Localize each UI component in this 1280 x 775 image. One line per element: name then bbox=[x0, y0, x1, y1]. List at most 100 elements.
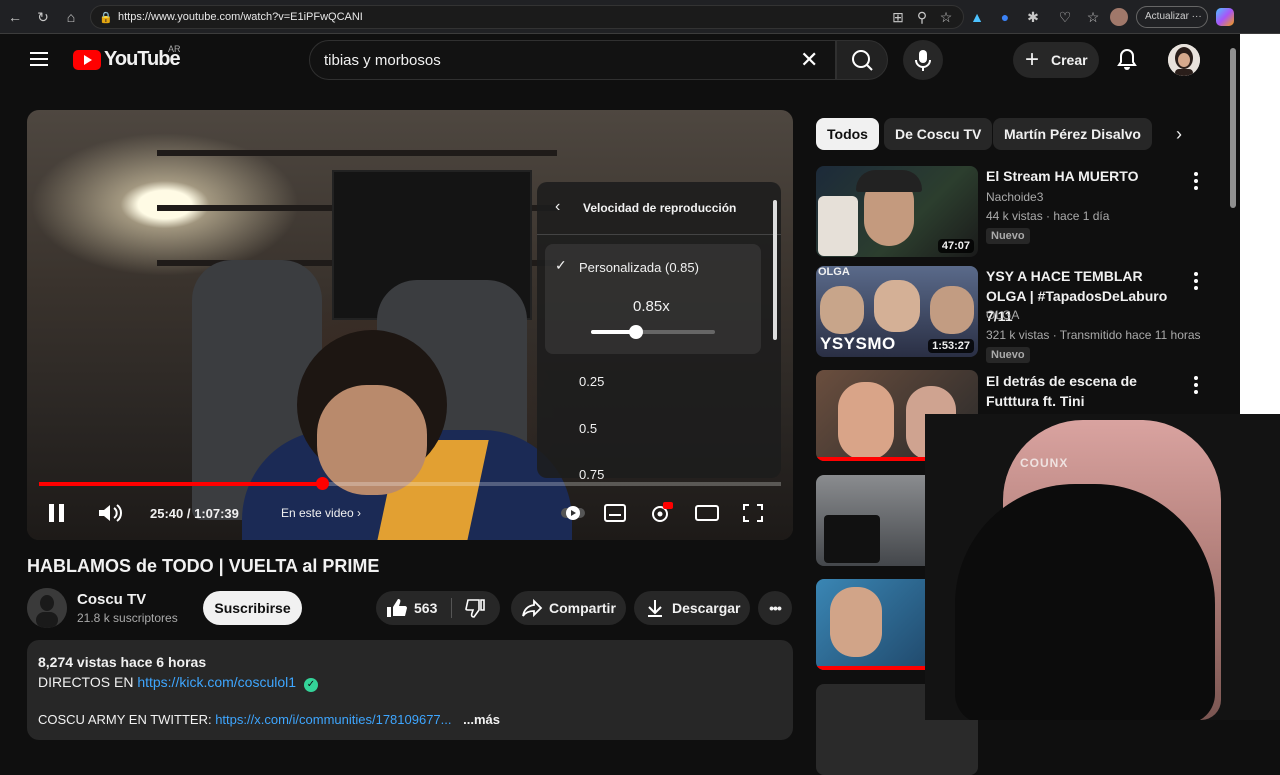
new-badge: Nuevo bbox=[986, 347, 1030, 363]
video-player[interactable]: ‹ Velocidad de reproducción ✓ Personaliz… bbox=[27, 110, 793, 540]
duration-badge: 47:07 bbox=[937, 239, 974, 253]
speed-option[interactable]: 0.25 bbox=[579, 374, 604, 389]
speed-slider[interactable] bbox=[591, 325, 715, 339]
progress-scrubber[interactable] bbox=[315, 477, 329, 490]
thumb-person bbox=[818, 196, 858, 256]
youtube-header: YouTube AR tibias y morbosos ✕ + Crear bbox=[0, 34, 1240, 86]
chapter-label: En este video bbox=[281, 506, 354, 520]
extension-icon[interactable]: ▲ bbox=[968, 8, 986, 26]
thumb-person bbox=[874, 280, 920, 332]
dislike-icon[interactable] bbox=[464, 598, 486, 618]
notifications-icon[interactable] bbox=[1116, 48, 1138, 72]
favorites-icon[interactable]: ☆ bbox=[1084, 8, 1102, 26]
chip-todos[interactable]: Todos bbox=[816, 118, 879, 150]
share-icon bbox=[522, 598, 543, 618]
menu-icon[interactable] bbox=[30, 52, 48, 66]
theater-mode-icon[interactable] bbox=[695, 502, 719, 524]
search-input[interactable]: tibias y morbosos bbox=[324, 52, 441, 69]
zoom-icon[interactable]: ⚲ bbox=[913, 8, 931, 26]
rec-thumbnail[interactable]: OLGA YSYSMO 1:53:27 bbox=[816, 266, 978, 357]
watched-progress bbox=[816, 666, 926, 670]
volume-icon[interactable] bbox=[97, 502, 123, 524]
chapter-button[interactable]: En este video › bbox=[281, 506, 361, 520]
shelf bbox=[157, 150, 557, 156]
thumb-person bbox=[830, 587, 882, 657]
country-code: AR bbox=[168, 44, 181, 54]
chevron-right-icon[interactable]: › bbox=[1176, 124, 1182, 145]
description-line: DIRECTOS EN https://kick.com/cosculol1 ✓ bbox=[38, 674, 318, 692]
progress-bar[interactable] bbox=[39, 477, 781, 490]
channel-name[interactable]: Coscu TV bbox=[77, 591, 146, 608]
share-label: Compartir bbox=[549, 600, 616, 616]
thumb-cap bbox=[856, 170, 922, 192]
reload-icon[interactable]: ↻ bbox=[34, 8, 52, 26]
thumb-person bbox=[930, 286, 974, 334]
subscribe-button[interactable]: Suscribirse bbox=[203, 591, 302, 625]
kick-link[interactable]: https://kick.com/cosculol1 bbox=[137, 674, 296, 690]
rec-channel[interactable]: OLGA bbox=[986, 308, 1019, 322]
playback-speed-menu: ‹ Velocidad de reproducción ✓ Personaliz… bbox=[537, 182, 781, 482]
back-icon[interactable]: ← bbox=[6, 8, 24, 26]
more-dots-icon: ••• bbox=[769, 600, 782, 616]
like-icon[interactable] bbox=[386, 598, 408, 618]
clear-search-icon[interactable]: ✕ bbox=[800, 47, 818, 73]
speed-option[interactable]: 0.5 bbox=[579, 421, 597, 436]
more-options-icon[interactable] bbox=[1192, 272, 1200, 293]
share-button[interactable]: Compartir bbox=[511, 591, 626, 625]
create-button[interactable]: + Crear bbox=[1013, 42, 1099, 78]
channel-avatar[interactable] bbox=[27, 588, 67, 628]
subtitles-icon[interactable] bbox=[603, 502, 627, 524]
like-count: 563 bbox=[414, 600, 438, 616]
rec-thumbnail[interactable]: 47:07 bbox=[816, 166, 978, 257]
thumb-person bbox=[820, 286, 864, 334]
star-icon[interactable]: ☆ bbox=[937, 8, 955, 26]
extension-icon[interactable]: ● bbox=[996, 8, 1014, 26]
speed-menu-title: Velocidad de reproducción bbox=[583, 201, 737, 215]
more-actions-button[interactable]: ••• bbox=[758, 591, 792, 625]
search-icon bbox=[852, 50, 873, 71]
app-icon[interactable]: ⊞ bbox=[889, 8, 907, 26]
home-icon[interactable]: ⌂ bbox=[62, 8, 80, 26]
menu-scrollbar[interactable] bbox=[773, 200, 777, 340]
more-options-icon[interactable] bbox=[1192, 376, 1200, 397]
pause-button[interactable] bbox=[49, 504, 65, 522]
heart-icon[interactable]: ♡ bbox=[1056, 8, 1074, 26]
speed-slider-thumb[interactable] bbox=[628, 325, 643, 339]
plus-icon: + bbox=[1025, 46, 1040, 73]
chip-de-coscu-tv[interactable]: De Coscu TV bbox=[884, 118, 993, 150]
account-avatar[interactable] bbox=[1168, 44, 1200, 76]
extensions-icon[interactable]: ✱ bbox=[1024, 8, 1042, 26]
youtube-logo-icon[interactable] bbox=[73, 50, 101, 70]
back-chevron-icon[interactable]: ‹ bbox=[555, 198, 560, 216]
speed-option[interactable]: 0.75 bbox=[579, 467, 604, 482]
page-scrollbar[interactable] bbox=[1230, 48, 1236, 208]
voice-search-button[interactable] bbox=[903, 40, 943, 80]
update-button[interactable]: Actualizar ··· bbox=[1136, 6, 1208, 28]
rec-meta: 321 k vistas · Transmitido hace 11 horas bbox=[986, 328, 1201, 342]
search-button[interactable] bbox=[836, 40, 888, 80]
progress-fill bbox=[39, 482, 322, 486]
download-button[interactable]: Descargar bbox=[634, 591, 750, 625]
thumb-caption: YSYSMO bbox=[820, 334, 896, 353]
more-options-icon[interactable] bbox=[1192, 172, 1200, 193]
subscriber-count: 21.8 k suscriptores bbox=[77, 611, 178, 625]
settings-gear-icon[interactable] bbox=[649, 502, 673, 524]
update-label: Actualizar bbox=[1145, 11, 1189, 22]
duration-badge: 1:53:27 bbox=[928, 339, 974, 353]
like-dislike-group: 563 bbox=[376, 591, 500, 625]
autoplay-toggle-icon[interactable] bbox=[561, 502, 585, 524]
profile-icon[interactable] bbox=[1110, 8, 1128, 26]
rec-title[interactable]: El detrás de escena de Futttura ft. Tini bbox=[986, 371, 1186, 411]
custom-speed-option[interactable]: ✓ Personalizada (0.85) 0.85x bbox=[545, 244, 761, 354]
chip-martin-perez-disalvo[interactable]: Martín Pérez Disalvo bbox=[993, 118, 1152, 150]
rec-channel[interactable]: Nachoide3 bbox=[986, 190, 1043, 204]
address-bar[interactable]: 🔒 https://www.youtube.com/watch?v=E1iPFw… bbox=[90, 5, 964, 29]
description-box[interactable]: 8,274 vistas hace 6 horas DIRECTOS EN ht… bbox=[27, 640, 793, 740]
rec-title[interactable]: El Stream HA MUERTO bbox=[986, 166, 1186, 186]
copilot-icon[interactable] bbox=[1216, 8, 1234, 26]
search-box[interactable]: tibias y morbosos ✕ bbox=[309, 40, 836, 80]
custom-speed-label: Personalizada (0.85) bbox=[579, 260, 699, 275]
download-icon bbox=[648, 600, 662, 617]
fullscreen-icon[interactable] bbox=[741, 502, 765, 524]
new-badge: Nuevo bbox=[986, 228, 1030, 244]
